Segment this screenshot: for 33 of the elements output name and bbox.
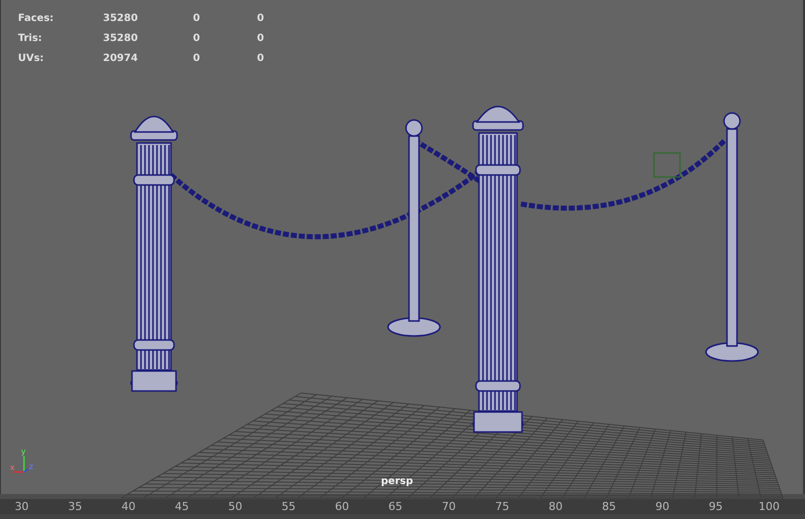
- stat-value: 35280: [103, 12, 139, 26]
- axis-icon: [13, 456, 28, 473]
- frame-number: 30: [14, 499, 30, 514]
- stat-label: Faces:: [18, 12, 55, 26]
- stat-value: 0: [257, 52, 265, 66]
- axis-label: y: [21, 447, 26, 456]
- frame-number: 100: [758, 499, 781, 514]
- frame-number: 70: [440, 499, 457, 514]
- frame-number: 60: [334, 499, 350, 514]
- stat-value: 20974: [103, 52, 139, 66]
- frame-number: 65: [387, 499, 404, 514]
- frame-number: 45: [174, 499, 190, 514]
- frame-number: 50: [227, 499, 244, 514]
- stat-value: 0: [193, 32, 201, 46]
- frame-number: 75: [494, 499, 510, 514]
- frame-number: 85: [600, 499, 617, 514]
- stat-value: 0: [193, 52, 201, 66]
- stat-label: Tris:: [18, 32, 44, 46]
- axis-label: z: [29, 462, 34, 471]
- axis-label: x: [10, 463, 15, 472]
- frame-number: 55: [280, 499, 297, 514]
- stat-value: 0: [193, 12, 201, 26]
- frame-number: 80: [548, 499, 564, 514]
- frame-number: 95: [708, 499, 724, 514]
- camera-label: persp: [381, 476, 413, 487]
- frame-number: 35: [67, 499, 84, 514]
- stat-label: UVs:: [18, 52, 45, 66]
- stat-value: 0: [257, 12, 265, 26]
- stat-value: 0: [257, 32, 265, 46]
- frame-number: 90: [654, 499, 670, 514]
- frame-number: 40: [120, 499, 136, 514]
- stat-value: 35280: [103, 32, 139, 46]
- locator-icon: [653, 152, 681, 178]
